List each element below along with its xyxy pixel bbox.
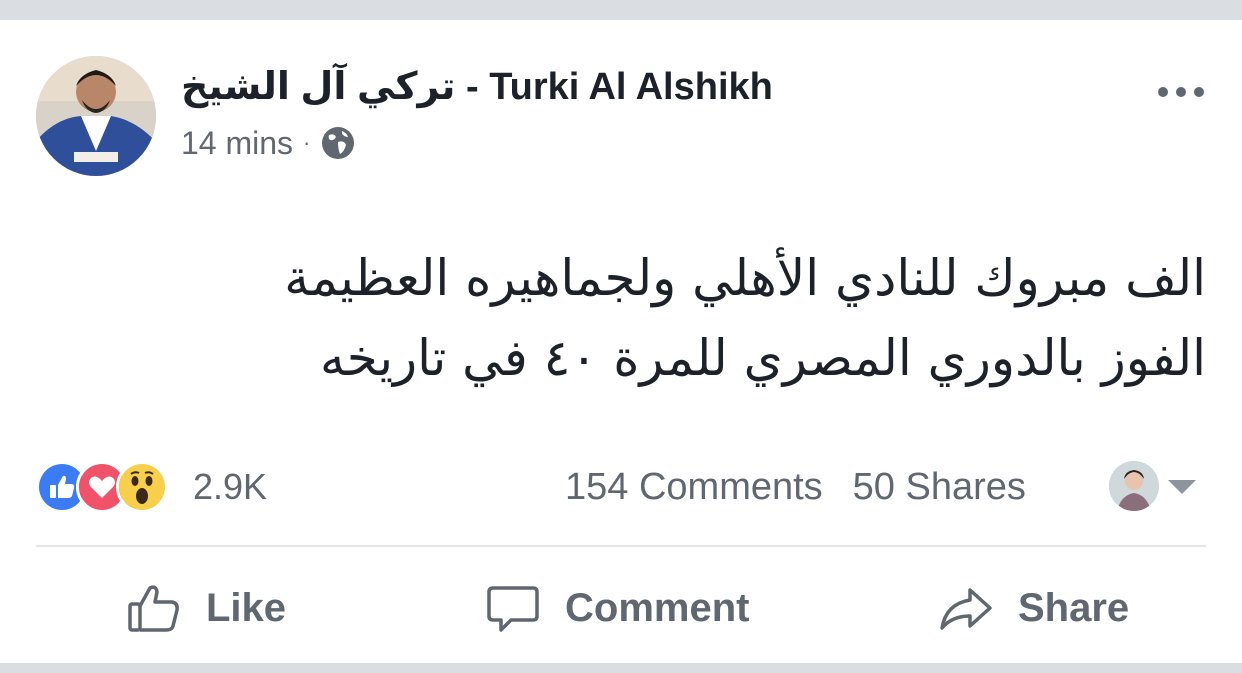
author-name-separator: - bbox=[455, 66, 490, 108]
author-name-latin: Turki Al Alshikh bbox=[489, 66, 773, 108]
post-text-line: الفوز بالدوري المصري للمرة ٤٠ في تاريخه bbox=[319, 329, 1206, 387]
post-text: الف مبروك للنادي الأهلي ولجماهيره العظيم… bbox=[106, 238, 1206, 398]
viewer-avatar[interactable] bbox=[1109, 461, 1159, 511]
share-arrow-icon bbox=[940, 588, 992, 630]
meta-separator: · bbox=[303, 130, 311, 155]
reaction-count[interactable]: 2.9K bbox=[193, 466, 267, 508]
wow-reaction-icon bbox=[116, 461, 168, 513]
thumbs-up-icon bbox=[128, 585, 179, 632]
chevron-down-icon[interactable] bbox=[1168, 480, 1196, 494]
more-dot bbox=[1194, 87, 1204, 97]
shares-count[interactable]: 50 Shares bbox=[853, 466, 1026, 508]
globe-icon[interactable] bbox=[320, 125, 356, 161]
post-meta: 14 mins · bbox=[181, 123, 356, 163]
comment-bubble-icon bbox=[487, 586, 539, 632]
share-button[interactable]: Share bbox=[938, 580, 1129, 636]
post-timestamp[interactable]: 14 mins bbox=[181, 125, 293, 162]
author-avatar[interactable] bbox=[36, 56, 156, 176]
post-text-line: الف مبروك للنادي الأهلي ولجماهيره العظيم… bbox=[284, 249, 1206, 307]
top-separator-band bbox=[0, 0, 1242, 20]
more-dot bbox=[1158, 87, 1168, 97]
share-label: Share bbox=[1018, 585, 1130, 630]
comment-button[interactable]: Comment bbox=[485, 580, 749, 636]
actions-divider bbox=[36, 545, 1206, 547]
comment-label: Comment bbox=[565, 585, 750, 630]
more-dot bbox=[1176, 87, 1186, 97]
bottom-separator-band bbox=[0, 663, 1242, 673]
engagement-stats: 154 Comments 50 Shares bbox=[565, 466, 1026, 509]
reaction-icons[interactable] bbox=[36, 461, 168, 513]
like-button[interactable]: Like bbox=[126, 580, 286, 636]
comments-count[interactable]: 154 Comments bbox=[565, 466, 823, 508]
author-name-arabic: تركي آل الشيخ bbox=[181, 66, 456, 108]
author-name[interactable]: تركي آل الشيخ - Turki Al Alshikh bbox=[181, 64, 773, 109]
like-label: Like bbox=[206, 585, 287, 630]
more-dots-icon[interactable] bbox=[1158, 78, 1204, 106]
